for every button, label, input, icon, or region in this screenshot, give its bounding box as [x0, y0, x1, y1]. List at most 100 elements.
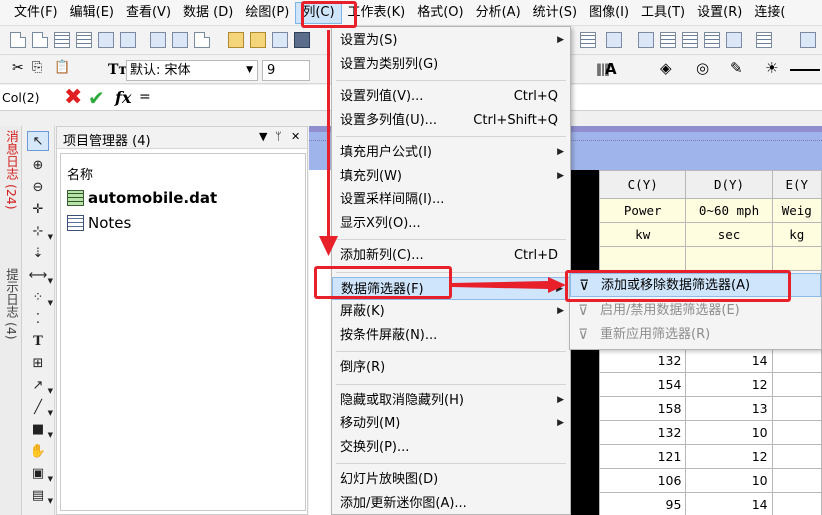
data-cell[interactable]: 12 [685, 372, 773, 397]
data-cell[interactable] [771, 372, 822, 397]
hint-log-tab[interactable]: 提示日志 (4) [1, 268, 21, 340]
menu-0[interactable]: 文件(F) [8, 2, 64, 24]
panel-menu-icon[interactable]: ▼ [259, 130, 267, 143]
line-style-icon[interactable] [790, 69, 820, 71]
pattern-icon[interactable]: ◎ [696, 59, 709, 77]
line-tool-icon[interactable]: ╱ ▼ [27, 398, 53, 418]
calendar-icon[interactable] [682, 32, 698, 48]
new-notes-icon[interactable] [194, 32, 210, 48]
menu-4[interactable]: 绘图(P) [239, 2, 295, 24]
new-function-icon[interactable] [120, 32, 136, 48]
column-menu-item[interactable]: 交换列(P)... [332, 436, 570, 459]
copy-icon[interactable]: ⎘ [32, 60, 42, 75]
units-cell[interactable]: kw [598, 222, 687, 247]
text-tool-icon[interactable]: T [27, 332, 49, 352]
column-menu-item[interactable]: 填充用户公式(I) ▶ [332, 141, 570, 164]
close-icon[interactable]: ✕ [291, 130, 300, 143]
screen-reader-icon[interactable]: ✛ [27, 200, 49, 220]
column-menu-item[interactable]: 显示X列(O)... [332, 212, 570, 235]
column-menu-item[interactable]: 设置采样间隔(I)... [332, 188, 570, 211]
data-cell[interactable] [771, 444, 822, 469]
save-icon[interactable] [294, 32, 310, 48]
data-cell[interactable] [771, 468, 822, 493]
column-menu-item[interactable]: 按条件屏蔽(N)... [332, 324, 570, 347]
menu-3[interactable]: 数据 (D) [177, 2, 239, 24]
new-excel-icon[interactable] [76, 32, 92, 48]
column-menu-item[interactable]: 倒序(R) [332, 356, 570, 379]
data-reader-icon[interactable]: ⊹ ▼ [27, 222, 53, 242]
data-cell[interactable]: 14 [685, 348, 773, 373]
font-size-select[interactable]: 9 [262, 60, 310, 81]
menu-1[interactable]: 编辑(E) [64, 2, 120, 24]
cell-reference[interactable]: Col(2) [2, 90, 40, 105]
menu-13[interactable]: 连接( [748, 2, 791, 24]
rectangle-tool-icon[interactable]: ■ ▼ [27, 420, 53, 440]
units-cell[interactable]: kg [771, 222, 822, 247]
data-cell[interactable] [771, 396, 822, 421]
open-icon[interactable] [228, 32, 244, 48]
column-header[interactable]: D(Y) [685, 170, 773, 199]
pin-icon[interactable]: ᛘ [275, 130, 282, 143]
zoom-icon[interactable] [638, 32, 654, 48]
data-cell[interactable]: 95 [598, 492, 687, 515]
menu-11[interactable]: 工具(T) [635, 2, 691, 24]
cut-icon[interactable]: ✂ [12, 60, 24, 76]
toggle-filter-item[interactable]: ⊽ 启用/禁用数据筛选器(E) [570, 299, 821, 323]
column-menu-item[interactable]: 隐藏或取消隐藏列(H) ▶ [332, 389, 570, 412]
menu-9[interactable]: 统计(S) [527, 2, 583, 24]
data-cell[interactable]: 13 [685, 396, 773, 421]
grid-tool-icon[interactable]: ⊞ [27, 354, 49, 374]
mask-icon[interactable]: ⁘ ▼ [27, 288, 53, 308]
column-menu-item[interactable]: 添加新列(C)... Ctrl+D [332, 244, 570, 267]
column-menu-item[interactable]: 设置为(S) ▶ [332, 29, 570, 52]
settings-icon[interactable] [726, 32, 742, 48]
new-workbook-icon[interactable] [54, 32, 70, 48]
pointer-icon[interactable]: ↖ [27, 131, 49, 151]
scale-icon[interactable]: ⇣ [27, 244, 49, 264]
menu-10[interactable]: 图像(I) [583, 2, 635, 24]
project-item-notes[interactable]: Notes [67, 213, 131, 233]
zoom-out-icon[interactable]: ⊖ [27, 178, 49, 198]
data-cell[interactable]: 158 [598, 396, 687, 421]
data-cell[interactable]: 14 [685, 492, 773, 515]
open-template-icon[interactable] [250, 32, 266, 48]
column-menu-item[interactable]: 设置多列值(U)... Ctrl+Shift+Q [332, 109, 570, 132]
new-folder-icon[interactable] [32, 32, 48, 48]
data-cell[interactable]: 121 [598, 444, 687, 469]
fill-color-icon[interactable]: ◈ [660, 59, 672, 77]
long-name-cell[interactable]: Weig [771, 198, 822, 223]
menu-7[interactable]: 格式(O) [411, 2, 469, 24]
table-icon[interactable] [660, 32, 676, 48]
data-cell[interactable] [771, 492, 822, 515]
accept-icon[interactable]: ✔ [88, 86, 105, 110]
menu-2[interactable]: 查看(V) [120, 2, 177, 24]
font-name-select[interactable]: 默认: 宋体 ▼ [126, 60, 258, 81]
insert-graph-icon[interactable]: ▣ ▼ [27, 464, 53, 484]
data-selector-icon[interactable]: ⟷ ▼ [27, 266, 53, 286]
column-header[interactable]: C(Y) [598, 170, 687, 199]
column-menu-item[interactable]: 设置列值(V)... Ctrl+Q [332, 85, 570, 108]
fx-icon[interactable]: fx [115, 88, 131, 107]
column-header[interactable]: E(Y [771, 170, 822, 199]
data-cell[interactable] [771, 420, 822, 445]
data-cell[interactable] [771, 348, 822, 373]
layers-icon[interactable] [704, 32, 720, 48]
tree-icon[interactable] [606, 32, 622, 48]
project-item-automobile[interactable]: automobile.dat [67, 188, 217, 208]
message-log-tab[interactable]: 消息日志 (24) [1, 130, 21, 210]
new-graph-icon[interactable] [98, 32, 114, 48]
column-menu-item[interactable]: 屏蔽(K) ▶ [332, 300, 570, 323]
new-layout-icon[interactable] [172, 32, 188, 48]
data-cell[interactable]: 10 [685, 468, 773, 493]
data-cell[interactable]: 154 [598, 372, 687, 397]
long-name-cell[interactable]: 0~60 mph [685, 198, 773, 223]
data-cell[interactable]: 132 [598, 420, 687, 445]
zoom-in-icon[interactable]: ⊕ [27, 156, 49, 176]
new-matrix-icon[interactable] [150, 32, 166, 48]
line-color-icon[interactable]: ✎ [730, 59, 743, 77]
worksheet-tool-icon[interactable] [580, 32, 596, 48]
units-cell[interactable]: sec [685, 222, 773, 247]
column-menu-item[interactable]: 设置为类别列(G) [332, 53, 570, 76]
add-column-icon[interactable] [756, 32, 772, 48]
column-menu-item[interactable]: 移动列(M) ▶ [332, 412, 570, 435]
